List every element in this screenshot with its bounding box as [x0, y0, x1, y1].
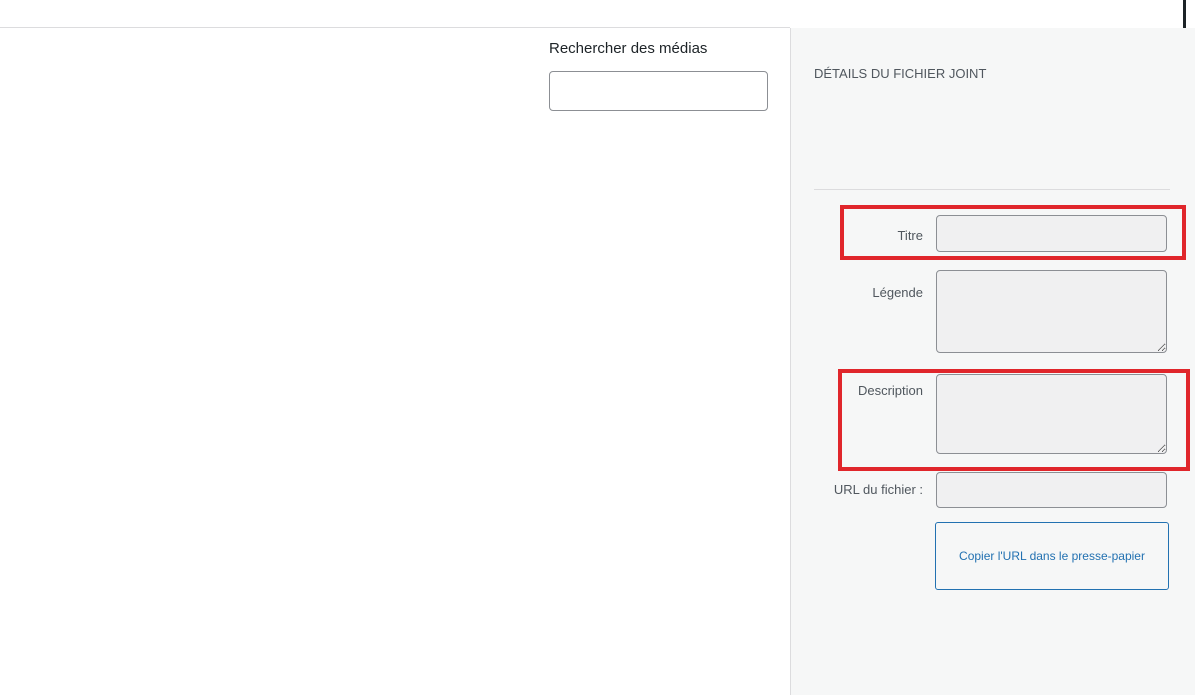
media-library-screen: Rechercher des médias DÉTAILS DU FICHIER… — [0, 0, 1195, 695]
attachment-details-sidebar — [790, 28, 1195, 695]
file-url-field-label: URL du fichier : — [833, 482, 923, 497]
caption-field-label: Légende — [872, 285, 923, 300]
attachment-details-title: DÉTAILS DU FICHIER JOINT — [814, 66, 987, 81]
sidebar-divider — [814, 189, 1170, 190]
title-field[interactable] — [936, 215, 1167, 252]
window-edge-bar — [1183, 0, 1186, 30]
caption-field[interactable] — [936, 270, 1167, 353]
file-url-field[interactable] — [936, 472, 1167, 508]
description-field[interactable] — [936, 374, 1167, 454]
search-media-input[interactable] — [549, 71, 768, 111]
title-field-label: Titre — [897, 228, 923, 243]
search-media-label: Rechercher des médias — [549, 40, 708, 57]
description-field-label: Description — [857, 383, 923, 398]
copy-url-button[interactable]: Copier l'URL dans le presse-papier — [935, 522, 1169, 590]
header-divider — [0, 27, 790, 28]
